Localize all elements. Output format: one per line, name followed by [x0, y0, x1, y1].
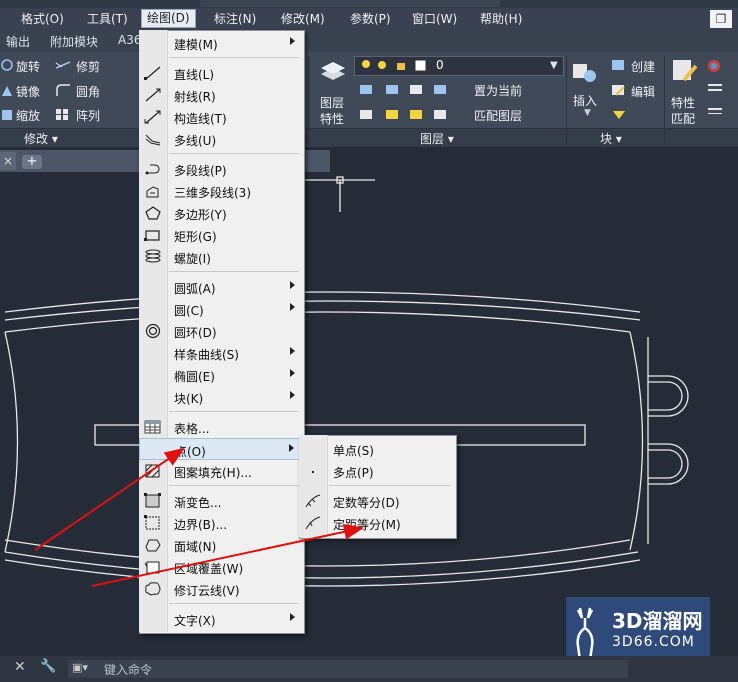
deer-logo-icon — [576, 607, 594, 661]
arrow-to-measure-item — [91, 523, 364, 587]
annotation-arrows — [34, 447, 364, 587]
wrench-icon[interactable]: 🔧 — [40, 659, 56, 674]
command-placeholder: 键入命令 — [104, 663, 153, 677]
arrow-to-point-menu — [34, 447, 185, 551]
command-prompt-icon[interactable]: ▣▾ — [72, 661, 88, 674]
watermark-url: 3D66.COM — [612, 634, 695, 650]
watermark-logo: 3D溜溜网 — [612, 609, 703, 633]
close-command-icon[interactable]: ✕ — [14, 659, 26, 675]
